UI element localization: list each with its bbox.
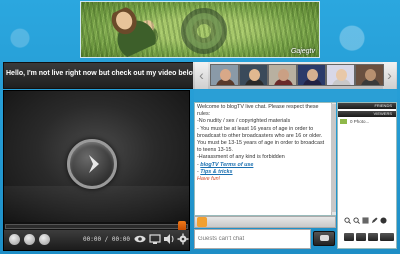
play-arrow-icon	[89, 155, 99, 173]
thumbnail-face	[365, 69, 376, 81]
viewer-avatar	[340, 119, 347, 124]
chat-input[interactable]	[194, 229, 311, 249]
chat-line: -No nudity / sex / copyrighted materials	[197, 118, 291, 125]
settings-icon[interactable]	[177, 233, 189, 245]
send-button[interactable]	[313, 231, 335, 246]
zoom-in-icon[interactable]	[353, 217, 360, 224]
thumbnail-face	[249, 69, 260, 81]
chat-closing: Have fun!	[197, 176, 221, 183]
viewers-panel	[337, 102, 397, 249]
chat-line: - You must be at least 16 years of age i…	[197, 125, 325, 154]
broadcaster-thumbnail[interactable]	[268, 64, 297, 86]
profile-button[interactable]	[344, 233, 354, 241]
seek-bar[interactable]	[5, 224, 188, 229]
banner-photo	[92, 2, 166, 57]
broadcaster-thumbnail[interactable]	[210, 64, 239, 86]
grid-icon[interactable]	[362, 217, 369, 224]
zoom-out-icon[interactable]	[344, 217, 351, 224]
friends-header[interactable]: FRIENDS	[338, 103, 396, 109]
thumbnail-face	[278, 69, 289, 81]
block-button[interactable]	[368, 233, 378, 241]
thumbnails-prev-button[interactable]: ‹	[195, 62, 208, 89]
viewer-count-label: 0 Photo...	[350, 119, 370, 124]
channel-banner: Gajegtv	[80, 1, 320, 58]
viewers-header[interactable]: VIEWERS	[338, 111, 396, 117]
chat-line: -Harassment of any kind is forbidden	[197, 154, 285, 161]
banner-logo	[181, 8, 227, 54]
chat-toolbar	[194, 216, 336, 228]
broadcaster-thumbnail[interactable]	[355, 64, 384, 86]
offline-message: Hello, I'm not live right now but check …	[6, 70, 200, 77]
more-button[interactable]	[380, 233, 394, 241]
message-button[interactable]	[356, 233, 366, 241]
eye-icon[interactable]	[134, 233, 146, 245]
broadcaster-thumbnail[interactable]	[239, 64, 268, 86]
panel-divider	[194, 90, 397, 101]
screen-reflection	[4, 186, 189, 222]
play-icon[interactable]	[67, 139, 117, 189]
broadcaster-thumbnail[interactable]	[326, 64, 355, 86]
info-icon[interactable]	[380, 217, 387, 224]
broadcaster-thumbnail[interactable]	[297, 64, 326, 86]
edit-icon[interactable]	[371, 217, 378, 224]
thumbnail-face	[220, 69, 231, 81]
thumbnails-next-button[interactable]: ›	[383, 62, 396, 89]
home-icon[interactable]	[197, 217, 207, 227]
stop-button[interactable]	[39, 234, 50, 245]
chat-scroll-thumb[interactable]	[331, 104, 336, 212]
chat-line: Welcome to blogTV live chat. Please resp…	[197, 104, 319, 118]
pause-button[interactable]	[24, 234, 35, 245]
chat-messages: Welcome to blogTV live chat. Please resp…	[197, 104, 330, 183]
time-display: 00:00 / 00:00	[83, 236, 130, 243]
banner-tagline: Gajegtv	[290, 48, 315, 55]
thumbnail-face	[307, 69, 318, 81]
screen-icon[interactable]	[149, 233, 161, 245]
volume-icon[interactable]	[163, 233, 175, 245]
terms-link[interactable]: blogTV Terms of use	[200, 162, 253, 168]
thumbnail-face	[336, 69, 347, 81]
tips-link[interactable]: Tips & tricks	[200, 169, 232, 175]
play-button[interactable]	[9, 234, 20, 245]
